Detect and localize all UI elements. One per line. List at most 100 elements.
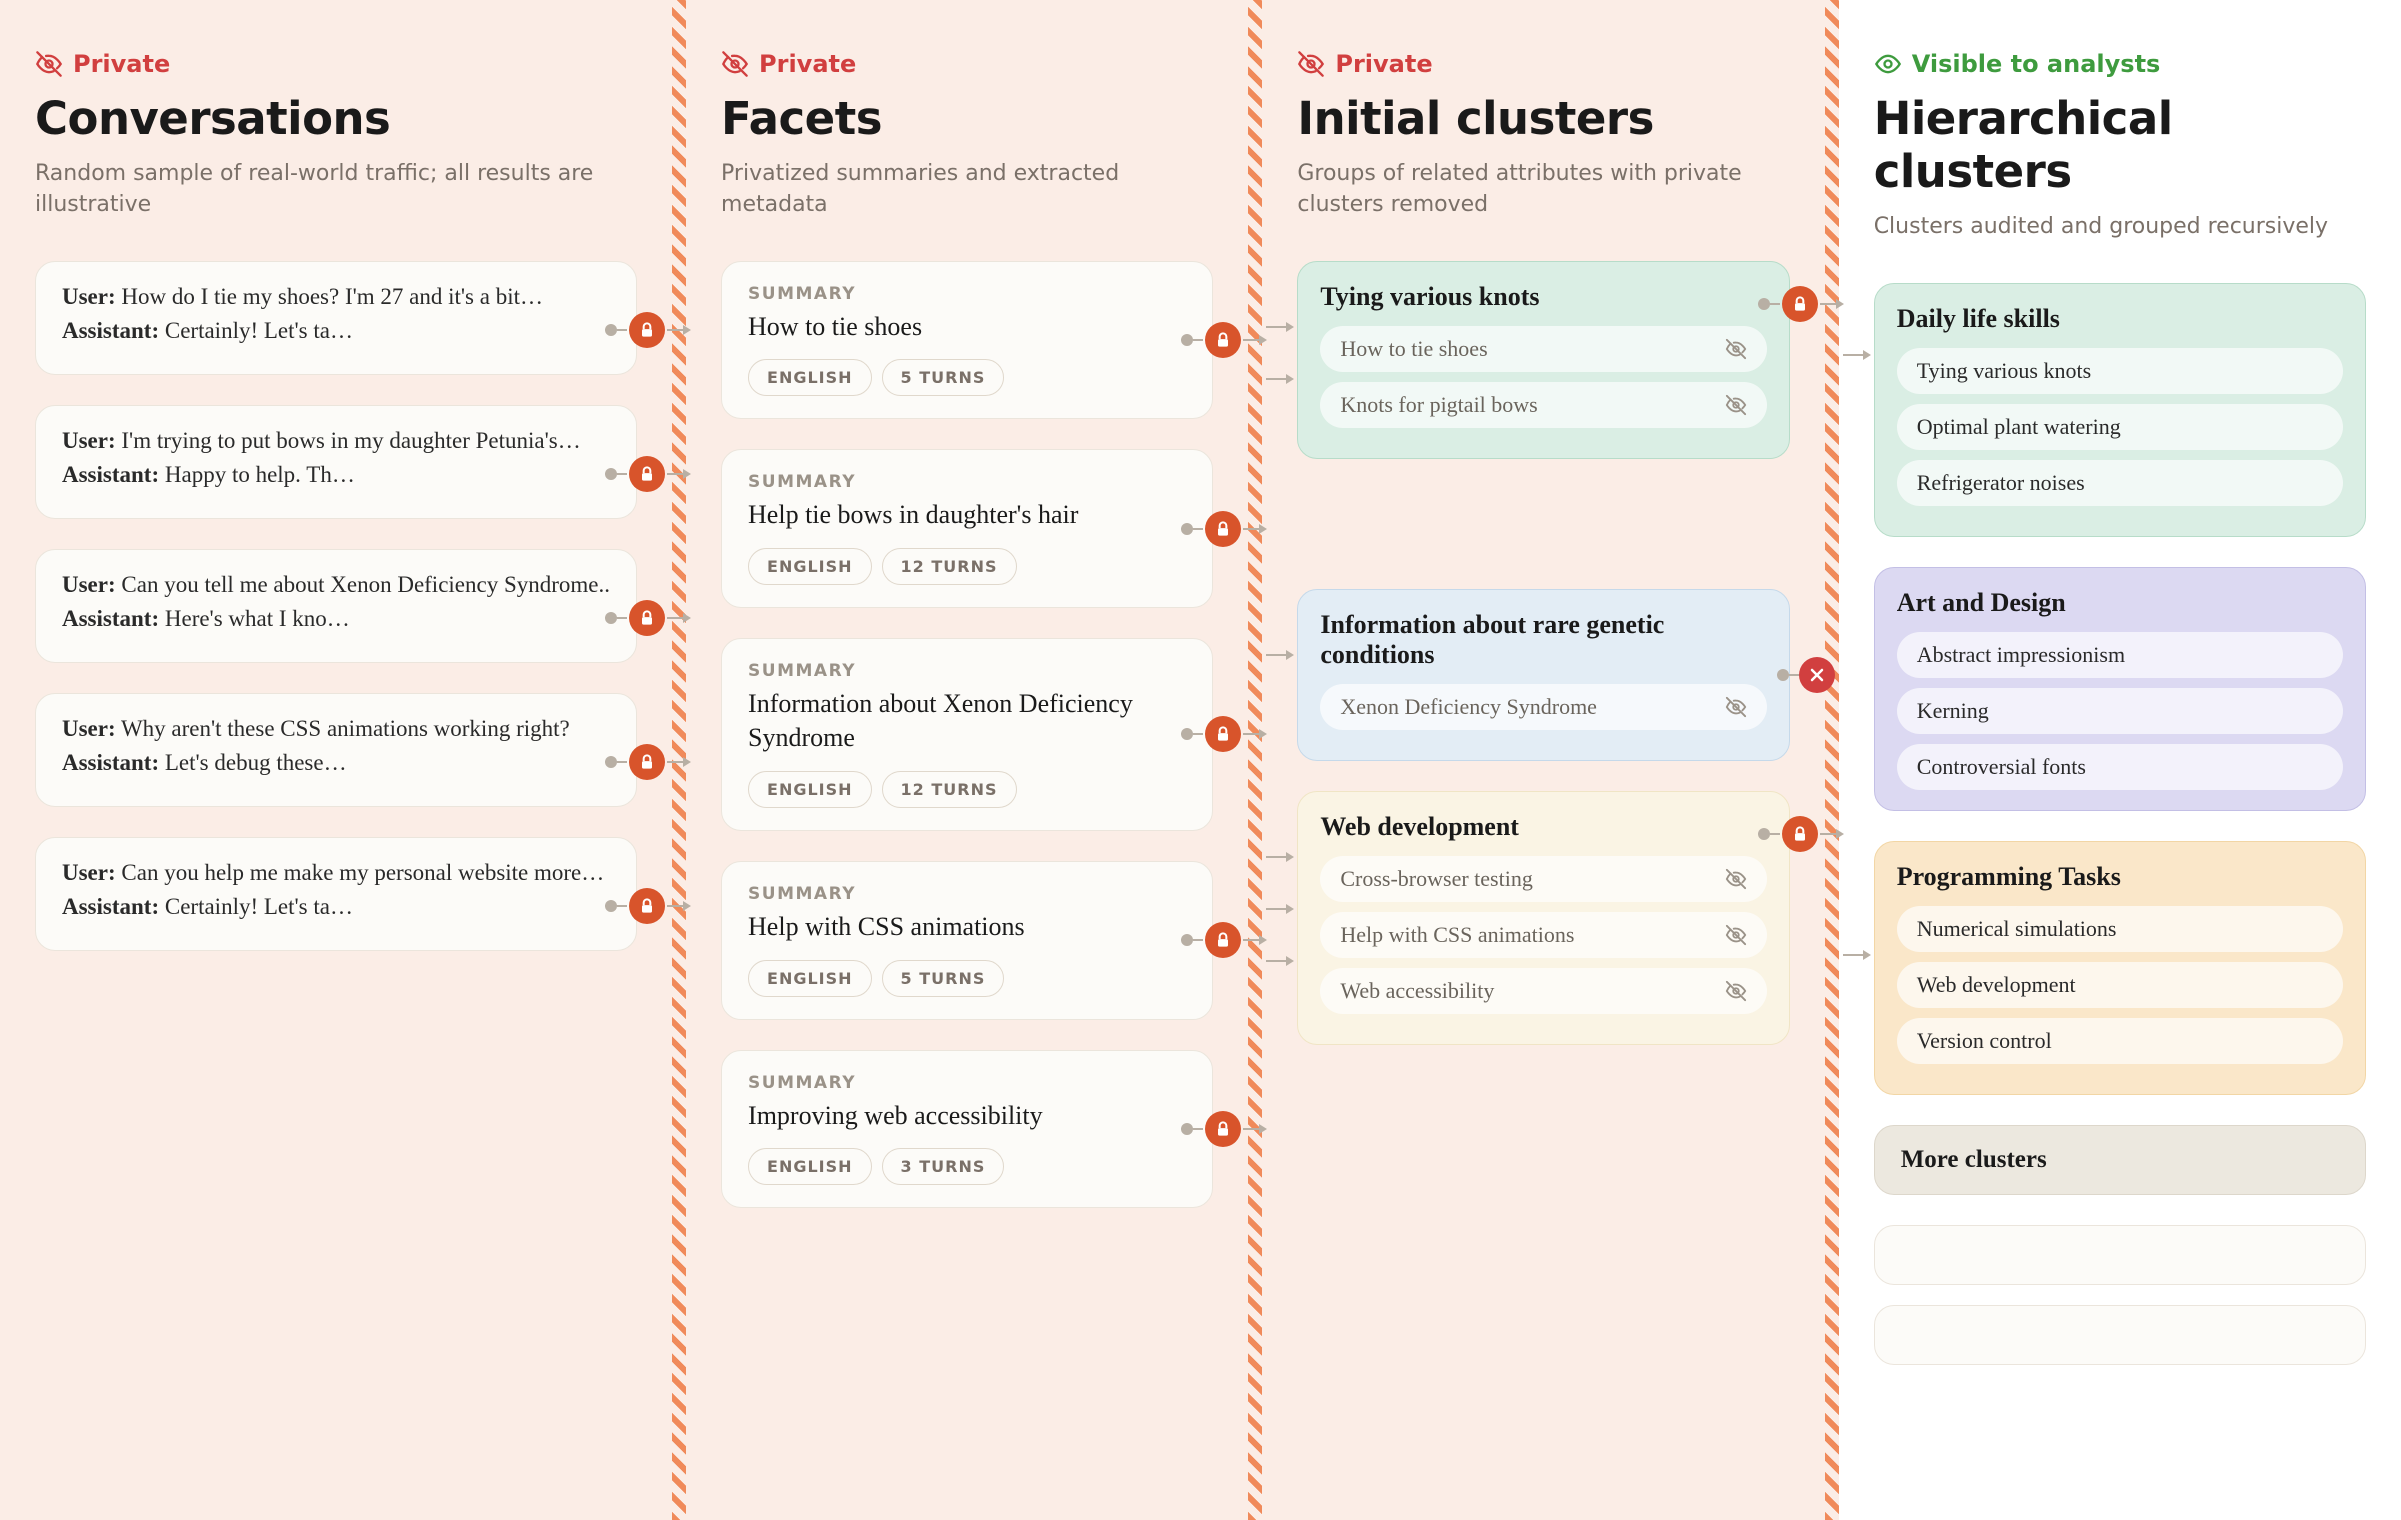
privacy-badge-private: Private bbox=[1297, 50, 1789, 78]
lock-icon bbox=[1205, 922, 1241, 958]
lock-icon bbox=[629, 744, 665, 780]
arrow-icon bbox=[667, 761, 689, 763]
lock-connector bbox=[605, 744, 689, 780]
arrow-in-icon bbox=[1266, 654, 1292, 656]
cluster-item-label: Refrigerator noises bbox=[1917, 470, 2085, 496]
arrow-icon bbox=[1243, 528, 1265, 530]
column-subtitle: Privatized summaries and extracted metad… bbox=[721, 159, 1213, 221]
cluster-item-label: Help with CSS animations bbox=[1340, 922, 1574, 948]
cluster-item: Cross-browser testing bbox=[1320, 856, 1766, 902]
assistant-message: Assistant: Certainly! Let's ta… bbox=[62, 318, 610, 344]
summary-label: SUMMARY bbox=[748, 661, 1186, 681]
arrow-icon bbox=[1243, 1128, 1265, 1130]
lock-connector bbox=[1758, 816, 1842, 852]
initial-cluster-card: Information about rare genetic condition… bbox=[1297, 589, 1789, 761]
privacy-label: Private bbox=[1335, 50, 1432, 78]
arrow-icon bbox=[667, 617, 689, 619]
conversations-column: Private Conversations Random sample of r… bbox=[0, 0, 672, 1520]
cluster-item: Web accessibility bbox=[1320, 968, 1766, 1014]
facet-summary: Help tie bows in daughter's hair bbox=[748, 498, 1186, 532]
privacy-label: Private bbox=[73, 50, 170, 78]
cluster-item-label: Kerning bbox=[1917, 698, 1989, 724]
column-title: Facets bbox=[721, 92, 1213, 145]
conversation-card: User: I'm trying to put bows in my daugh… bbox=[35, 405, 637, 519]
user-message: User: How do I tie my shoes? I'm 27 and … bbox=[62, 284, 610, 310]
language-tag: ENGLISH bbox=[748, 548, 872, 585]
lock-connector bbox=[605, 312, 689, 348]
summary-label: SUMMARY bbox=[748, 884, 1186, 904]
user-message: User: Can you tell me about Xenon Defici… bbox=[62, 572, 610, 598]
arrow-icon bbox=[1820, 303, 1842, 305]
facet-card: SUMMARY Help tie bows in daughter's hair… bbox=[721, 449, 1213, 608]
arrow-icon bbox=[667, 473, 689, 475]
eye-off-icon bbox=[1725, 980, 1747, 1002]
eye-off-icon bbox=[721, 50, 749, 78]
cluster-item-label: Tying various knots bbox=[1917, 358, 2091, 384]
hierarchical-cluster-card: Art and Design Abstract impressionism Ke… bbox=[1874, 567, 2366, 811]
cluster-item: Tying various knots bbox=[1897, 348, 2343, 394]
eye-off-icon bbox=[1725, 394, 1747, 416]
cluster-item-label: Optimal plant watering bbox=[1917, 414, 2121, 440]
cluster-item: Refrigerator noises bbox=[1897, 460, 2343, 506]
privacy-badge-visible: Visible to analysts bbox=[1874, 50, 2366, 78]
arrow-icon bbox=[1820, 833, 1842, 835]
cluster-item-label: Controversial fonts bbox=[1917, 754, 2086, 780]
lock-icon bbox=[629, 888, 665, 924]
placeholder-card bbox=[1874, 1305, 2366, 1365]
turns-tag: 5 TURNS bbox=[882, 960, 1005, 997]
lock-connector bbox=[1181, 716, 1265, 752]
facet-card: SUMMARY Information about Xenon Deficien… bbox=[721, 638, 1213, 831]
cluster-item: Kerning bbox=[1897, 688, 2343, 734]
turns-tag: 12 TURNS bbox=[882, 548, 1017, 585]
arrow-in-icon bbox=[1266, 960, 1292, 962]
column-title: Hierarchical clusters bbox=[1874, 92, 2366, 198]
placeholder-card bbox=[1874, 1225, 2366, 1285]
lock-icon bbox=[629, 456, 665, 492]
arrow-icon bbox=[1243, 939, 1265, 941]
cluster-title: Art and Design bbox=[1897, 588, 2343, 618]
conversation-card: User: How do I tie my shoes? I'm 27 and … bbox=[35, 261, 637, 375]
facet-summary: Information about Xenon Deficiency Syndr… bbox=[748, 687, 1186, 755]
cluster-item-label: Numerical simulations bbox=[1917, 916, 2117, 942]
lock-connector bbox=[605, 888, 689, 924]
cluster-title: Daily life skills bbox=[1897, 304, 2343, 334]
privacy-divider bbox=[1248, 0, 1262, 1520]
eye-open-icon bbox=[1874, 50, 1902, 78]
column-title: Initial clusters bbox=[1297, 92, 1789, 145]
lock-icon bbox=[1782, 286, 1818, 322]
lock-connector bbox=[1181, 922, 1265, 958]
summary-label: SUMMARY bbox=[748, 1073, 1186, 1093]
cluster-item: Xenon Deficiency Syndrome bbox=[1320, 684, 1766, 730]
cluster-item: Numerical simulations bbox=[1897, 906, 2343, 952]
assistant-message: Assistant: Let's debug these… bbox=[62, 750, 610, 776]
cluster-item-label: Cross-browser testing bbox=[1340, 866, 1532, 892]
facets-column: Private Facets Privatized summaries and … bbox=[686, 0, 1248, 1520]
lock-connector bbox=[605, 456, 689, 492]
privacy-divider bbox=[1825, 0, 1839, 1520]
summary-label: SUMMARY bbox=[748, 284, 1186, 304]
cluster-item-label: Abstract impressionism bbox=[1917, 642, 2125, 668]
lock-icon bbox=[1205, 716, 1241, 752]
assistant-message: Assistant: Certainly! Let's ta… bbox=[62, 894, 610, 920]
facet-summary: Help with CSS animations bbox=[748, 910, 1186, 944]
eye-off-icon bbox=[1725, 868, 1747, 890]
eye-off-icon bbox=[35, 50, 63, 78]
conversation-card: User: Why aren't these CSS animations wo… bbox=[35, 693, 637, 807]
cluster-item-label: Xenon Deficiency Syndrome bbox=[1340, 694, 1597, 720]
summary-label: SUMMARY bbox=[748, 472, 1186, 492]
lock-connector bbox=[1181, 511, 1265, 547]
lock-connector bbox=[605, 600, 689, 636]
cluster-item: Knots for pigtail bows bbox=[1320, 382, 1766, 428]
assistant-message: Assistant: Here's what I kno… bbox=[62, 606, 610, 632]
language-tag: ENGLISH bbox=[748, 771, 872, 808]
hierarchical-clusters-column: Visible to analysts Hierarchical cluster… bbox=[1839, 0, 2401, 1520]
column-title: Conversations bbox=[35, 92, 637, 145]
arrow-in-icon bbox=[1266, 378, 1292, 380]
language-tag: ENGLISH bbox=[748, 359, 872, 396]
column-subtitle: Random sample of real-world traffic; all… bbox=[35, 159, 637, 221]
turns-tag: 3 TURNS bbox=[882, 1148, 1005, 1185]
lock-icon bbox=[629, 312, 665, 348]
cluster-item-label: Web accessibility bbox=[1340, 978, 1494, 1004]
conversation-card: User: Can you tell me about Xenon Defici… bbox=[35, 549, 637, 663]
cluster-item: Version control bbox=[1897, 1018, 2343, 1064]
